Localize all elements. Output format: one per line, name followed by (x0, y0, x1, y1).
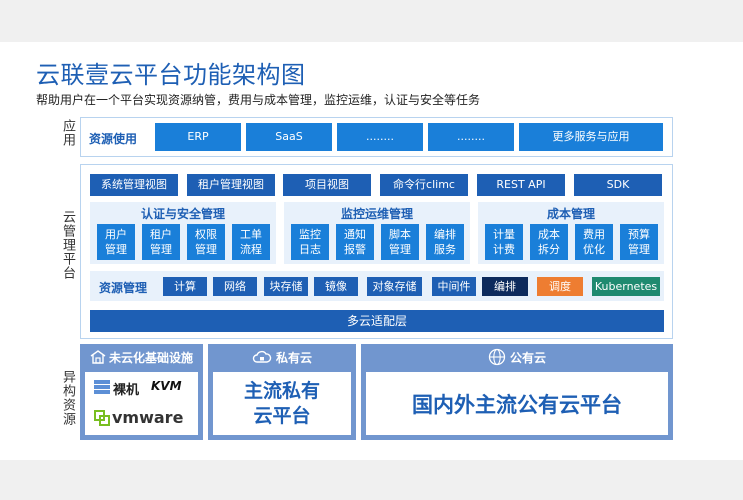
public-cloud-text: 国内外主流公有云平台 (412, 392, 622, 417)
app-row-label: 资源使用 (89, 132, 138, 146)
globe-icon (488, 348, 506, 366)
app-item-saas: SaaS (246, 123, 332, 151)
multi-cloud-adapter-layer: 多云适配层 (90, 310, 664, 332)
view-rest-api: REST API (477, 174, 565, 196)
page-subtitle: 帮助用户在一个平台实现资源纳管，费用与成本管理，监控运维，认证与安全等任务 (36, 93, 481, 107)
layer-label-cloud-mgmt: 云管理平台 (60, 210, 75, 280)
private-cloud-body: 主流私有云平台 (213, 372, 351, 435)
kvm-label: KVM (151, 379, 182, 393)
group-title-cost: 成本管理 (546, 207, 595, 221)
building-icon (90, 350, 106, 364)
resource-block-storage: 块存储 (264, 277, 308, 296)
ops-notify-alert: 通知 报警 (336, 224, 374, 260)
resource-compute: 计算 (163, 277, 207, 296)
page-title: 云联壹云平台功能架构图 (36, 61, 306, 89)
bare-metal-label: 裸机 (113, 383, 140, 398)
ops-orchestration: 编排 服务 (426, 224, 464, 260)
auth-ticket-flow: 工单 流程 (232, 224, 270, 260)
resource-middleware: 中间件 (432, 277, 476, 296)
app-layer-panel: 资源使用 ERP SaaS ........ ........ 更多服务与应用 (80, 117, 673, 157)
app-item-more-1: ........ (337, 123, 423, 151)
layer-label-app: 应用 (60, 119, 75, 147)
vmware-logo-icon (94, 410, 110, 426)
public-cloud-body: 国内外主流公有云平台 (366, 372, 668, 435)
resource-object-storage: 对象存储 (367, 277, 422, 296)
app-item-more-services: 更多服务与应用 (519, 123, 663, 151)
vmware-label: vmware (112, 408, 184, 427)
resource-network: 网络 (213, 277, 257, 296)
resource-scheduling: 调度 (537, 277, 583, 296)
resource-kubernetes: Kubernetes (592, 277, 660, 296)
resource-orchestration: 编排 (482, 277, 528, 296)
view-tenant-mgmt: 租户管理视图 (187, 174, 275, 196)
cloud-lock-icon (252, 350, 272, 363)
group-monitoring-ops: 监控运维管理 监控 日志 通知 报警 脚本 管理 编排 服务 (284, 202, 470, 264)
on-prem-title: 未云化基础设施 (108, 350, 193, 365)
on-prem-body: 裸机 KVM vmware (85, 372, 198, 435)
group-cost-mgmt: 成本管理 计量 计费 成本 拆分 费用 优化 预算 管理 (478, 202, 664, 264)
public-cloud-title: 公有云 (509, 350, 546, 365)
view-cli: 命令行climc (380, 174, 468, 196)
hetero-private-cloud: 私有云 主流私有云平台 (208, 344, 356, 440)
group-title-monitoring: 监控运维管理 (340, 207, 413, 221)
cost-split: 成本 拆分 (530, 224, 568, 260)
app-item-erp: ERP (155, 123, 241, 151)
cost-budget: 预算 管理 (620, 224, 658, 260)
group-auth-security: 认证与安全管理 用户 管理 租户 管理 权限 管理 工单 流程 (90, 202, 276, 264)
app-item-more-2: ........ (428, 123, 514, 151)
auth-user-mgmt: 用户 管理 (97, 224, 135, 260)
view-system-mgmt: 系统管理视图 (90, 174, 178, 196)
resource-mgmt-row: 资源管理 计算 网络 块存储 镜像 对象存储 中间件 编排 调度 Kuberne… (90, 271, 664, 301)
private-cloud-title: 私有云 (275, 350, 312, 365)
server-icon (94, 380, 110, 394)
view-sdk: SDK (574, 174, 662, 196)
layer-label-hetero: 异构资源 (60, 370, 75, 426)
hetero-public-cloud: 公有云 国内外主流公有云平台 (361, 344, 673, 440)
cost-optimize: 费用 优化 (575, 224, 613, 260)
cost-metering-billing: 计量 计费 (485, 224, 523, 260)
private-cloud-text: 主流私有云平台 (243, 379, 320, 427)
cloud-mgmt-panel: 系统管理视图 租户管理视图 项目视图 命令行climc REST API SDK… (80, 164, 673, 339)
ops-monitor-log: 监控 日志 (291, 224, 329, 260)
auth-permission-mgmt: 权限 管理 (187, 224, 225, 260)
hetero-on-prem: 未云化基础设施 裸机 KVM vmware (80, 344, 203, 440)
ops-script-mgmt: 脚本 管理 (381, 224, 419, 260)
group-title-auth: 认证与安全管理 (140, 207, 225, 221)
auth-tenant-mgmt: 租户 管理 (142, 224, 180, 260)
resource-mgmt-label: 资源管理 (99, 281, 148, 295)
view-project: 项目视图 (283, 174, 371, 196)
resource-image: 镜像 (314, 277, 358, 296)
